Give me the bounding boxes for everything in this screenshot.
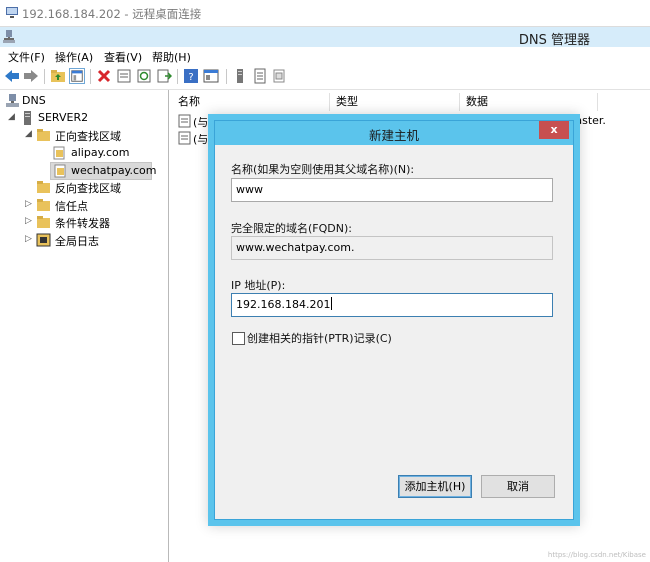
remote-desktop-icon: [6, 7, 18, 18]
svg-text:?: ?: [188, 72, 193, 83]
dialog-title-bar[interactable]: 新建主机 x: [215, 121, 573, 145]
tree-label: 信任点: [55, 200, 88, 213]
record-list-icon[interactable]: [252, 68, 268, 84]
tree-item-dns[interactable]: DNS: [0, 93, 168, 110]
tree-item-server2[interactable]: ◢ SERVER2: [0, 110, 168, 127]
menu-view[interactable]: 查看(V): [104, 49, 142, 65]
back-arrow-icon[interactable]: [4, 68, 20, 84]
folder-icon: [37, 199, 50, 211]
toolbar-separator: [44, 69, 45, 84]
ptr-label[interactable]: 创建相关的指针(PTR)记录(C): [247, 330, 392, 346]
help-icon[interactable]: ?: [183, 68, 199, 84]
tree-label: 条件转发器: [55, 217, 110, 230]
console-view-icon[interactable]: [203, 68, 219, 84]
new-host-dialog: 新建主机 x 名称(如果为空则使用其父域名称)(N): www 完全限定的域名(…: [214, 120, 574, 520]
expand-icon[interactable]: ▷: [25, 234, 32, 244]
column-header-type[interactable]: 类型: [330, 93, 460, 111]
refresh-icon[interactable]: [136, 68, 152, 84]
watermark: https://blog.csdn.net/Kibase: [547, 551, 646, 559]
up-folder-icon[interactable]: [50, 68, 66, 84]
expand-icon[interactable]: ▷: [25, 216, 32, 226]
column-header-name[interactable]: 名称: [172, 93, 330, 111]
dns-app-icon: [3, 30, 15, 43]
tree-label: wechatpay.com: [71, 164, 157, 177]
text-caret: [331, 297, 333, 310]
name-input[interactable]: www: [231, 178, 553, 202]
tree-label: DNS: [22, 94, 46, 107]
console-tree: DNS ◢ SERVER2 ◢ 正向查找区域 alipay.com wechat…: [0, 90, 169, 562]
dns-icon: [6, 94, 19, 107]
ip-address-value: 192.168.184.201: [236, 298, 331, 311]
dialog-title: 新建主机: [368, 128, 419, 143]
menu-action[interactable]: 操作(A): [55, 49, 93, 65]
tree-item-reverse-zones[interactable]: 反向查找区域: [0, 179, 168, 196]
tree-item-global-logs[interactable]: ▷ 全局日志: [0, 232, 168, 249]
collapse-icon[interactable]: ◢: [8, 112, 15, 122]
name-label: 名称(如果为空则使用其父域名称)(N):: [231, 163, 415, 176]
tree-label: 全局日志: [55, 235, 99, 248]
folder-icon: [37, 129, 50, 141]
add-host-button[interactable]: 添加主机(H): [398, 475, 472, 498]
export-list-icon[interactable]: [156, 68, 172, 84]
rdp-title: 192.168.184.202 - 远程桌面连接: [22, 7, 202, 21]
window-title-bar: DNS 管理器: [0, 27, 650, 48]
forward-arrow-icon[interactable]: [23, 68, 39, 84]
tree-label: alipay.com: [71, 146, 130, 159]
fqdn-label: 完全限定的域名(FQDN):: [231, 222, 352, 235]
server-icon: [24, 111, 31, 125]
cancel-button[interactable]: 取消: [481, 475, 555, 498]
tree-item-forward-zones[interactable]: ◢ 正向查找区域: [0, 127, 168, 144]
toolbar-separator: [226, 69, 227, 84]
toolbar: ?: [0, 65, 650, 90]
ptr-checkbox[interactable]: [232, 332, 245, 345]
column-header-data[interactable]: 数据: [460, 93, 598, 111]
expand-icon[interactable]: ▷: [25, 199, 32, 209]
toolbar-separator: [90, 69, 91, 84]
fqdn-field: www.wechatpay.com.: [231, 236, 553, 260]
folder-icon: [37, 216, 50, 228]
properties-icon[interactable]: [116, 68, 132, 84]
tree-item-wechatpay[interactable]: wechatpay.com: [50, 162, 157, 180]
show-tree-icon[interactable]: [69, 68, 85, 84]
tree-item-conditional-forwarders[interactable]: ▷ 条件转发器: [0, 214, 168, 231]
log-icon: [36, 233, 51, 247]
collapse-icon[interactable]: ◢: [25, 129, 32, 139]
window-title: DNS 管理器: [518, 33, 590, 48]
record-icon: [178, 114, 191, 128]
server-icon[interactable]: [232, 68, 248, 84]
tree-label: SERVER2: [38, 111, 89, 124]
zone-icon: [53, 146, 65, 160]
ip-label: IP 地址(P):: [231, 279, 286, 292]
menu-bar: 文件(F) 操作(A) 查看(V) 帮助(H): [0, 47, 650, 65]
menu-help[interactable]: 帮助(H): [152, 49, 191, 65]
tree-item-trust-points[interactable]: ▷ 信任点: [0, 197, 168, 214]
tree-item-alipay[interactable]: alipay.com: [0, 145, 168, 162]
close-button[interactable]: x: [539, 121, 569, 139]
tree-label: 正向查找区域: [55, 130, 121, 143]
delete-x-icon[interactable]: [96, 68, 112, 84]
toolbar-separator: [177, 69, 178, 84]
rdp-title-bar: 192.168.184.202 - 远程桌面连接: [0, 0, 650, 27]
menu-file[interactable]: 文件(F): [8, 49, 45, 65]
new-record-icon[interactable]: [271, 68, 287, 84]
folder-icon: [37, 181, 50, 193]
tree-label: 反向查找区域: [55, 182, 121, 195]
ip-address-input[interactable]: 192.168.184.201: [231, 293, 553, 317]
record-icon: [178, 131, 191, 145]
zone-icon: [54, 164, 66, 178]
